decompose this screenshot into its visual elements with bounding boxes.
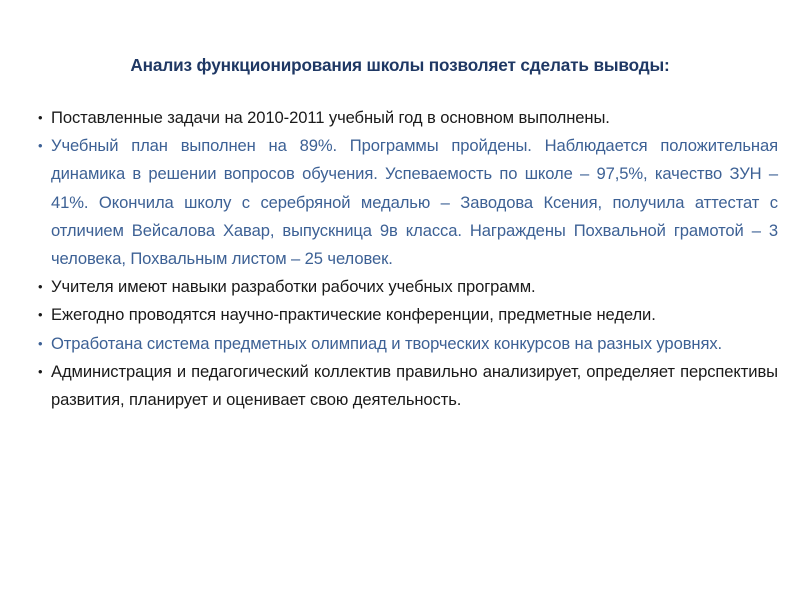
bullet-text-conferences: Ежегодно проводятся научно-практические … — [51, 305, 656, 325]
bullet-list: Поставленные задачи на 2010-2011 учебный… — [38, 104, 778, 414]
page-title: Анализ функционирования школы позволяет … — [130, 55, 670, 75]
bullet-item-curriculum: Учебный план выполнен на 89%. Программы … — [38, 132, 778, 273]
bullet-text-tasks: Поставленные задачи на 2010-2011 учебный… — [51, 108, 610, 127]
bullet-text-curriculum: Учебный план выполнен на 89%. Программы … — [51, 136, 778, 269]
bullet-text-olympiads: Отработана система предметных олимпиад и… — [51, 333, 723, 353]
bullet-item-tasks: Поставленные задачи на 2010-2011 учебный… — [38, 104, 778, 132]
bullet-item-olympiads: Отработана система предметных олимпиад и… — [38, 330, 778, 358]
bullet-item-administration: Администрация и педагогический коллектив… — [38, 358, 778, 414]
bullet-text-teachers-skills: Учителя имеют навыки разработки рабочих … — [51, 277, 536, 297]
bullet-item-teachers-skills: Учителя имеют навыки разработки рабочих … — [38, 273, 778, 301]
slide-canvas: Анализ функционирования школы позволяет … — [0, 0, 800, 600]
bullet-text-administration: Администрация и педагогический коллектив… — [51, 361, 778, 410]
bullet-item-conferences: Ежегодно проводятся научно-практические … — [38, 301, 778, 329]
